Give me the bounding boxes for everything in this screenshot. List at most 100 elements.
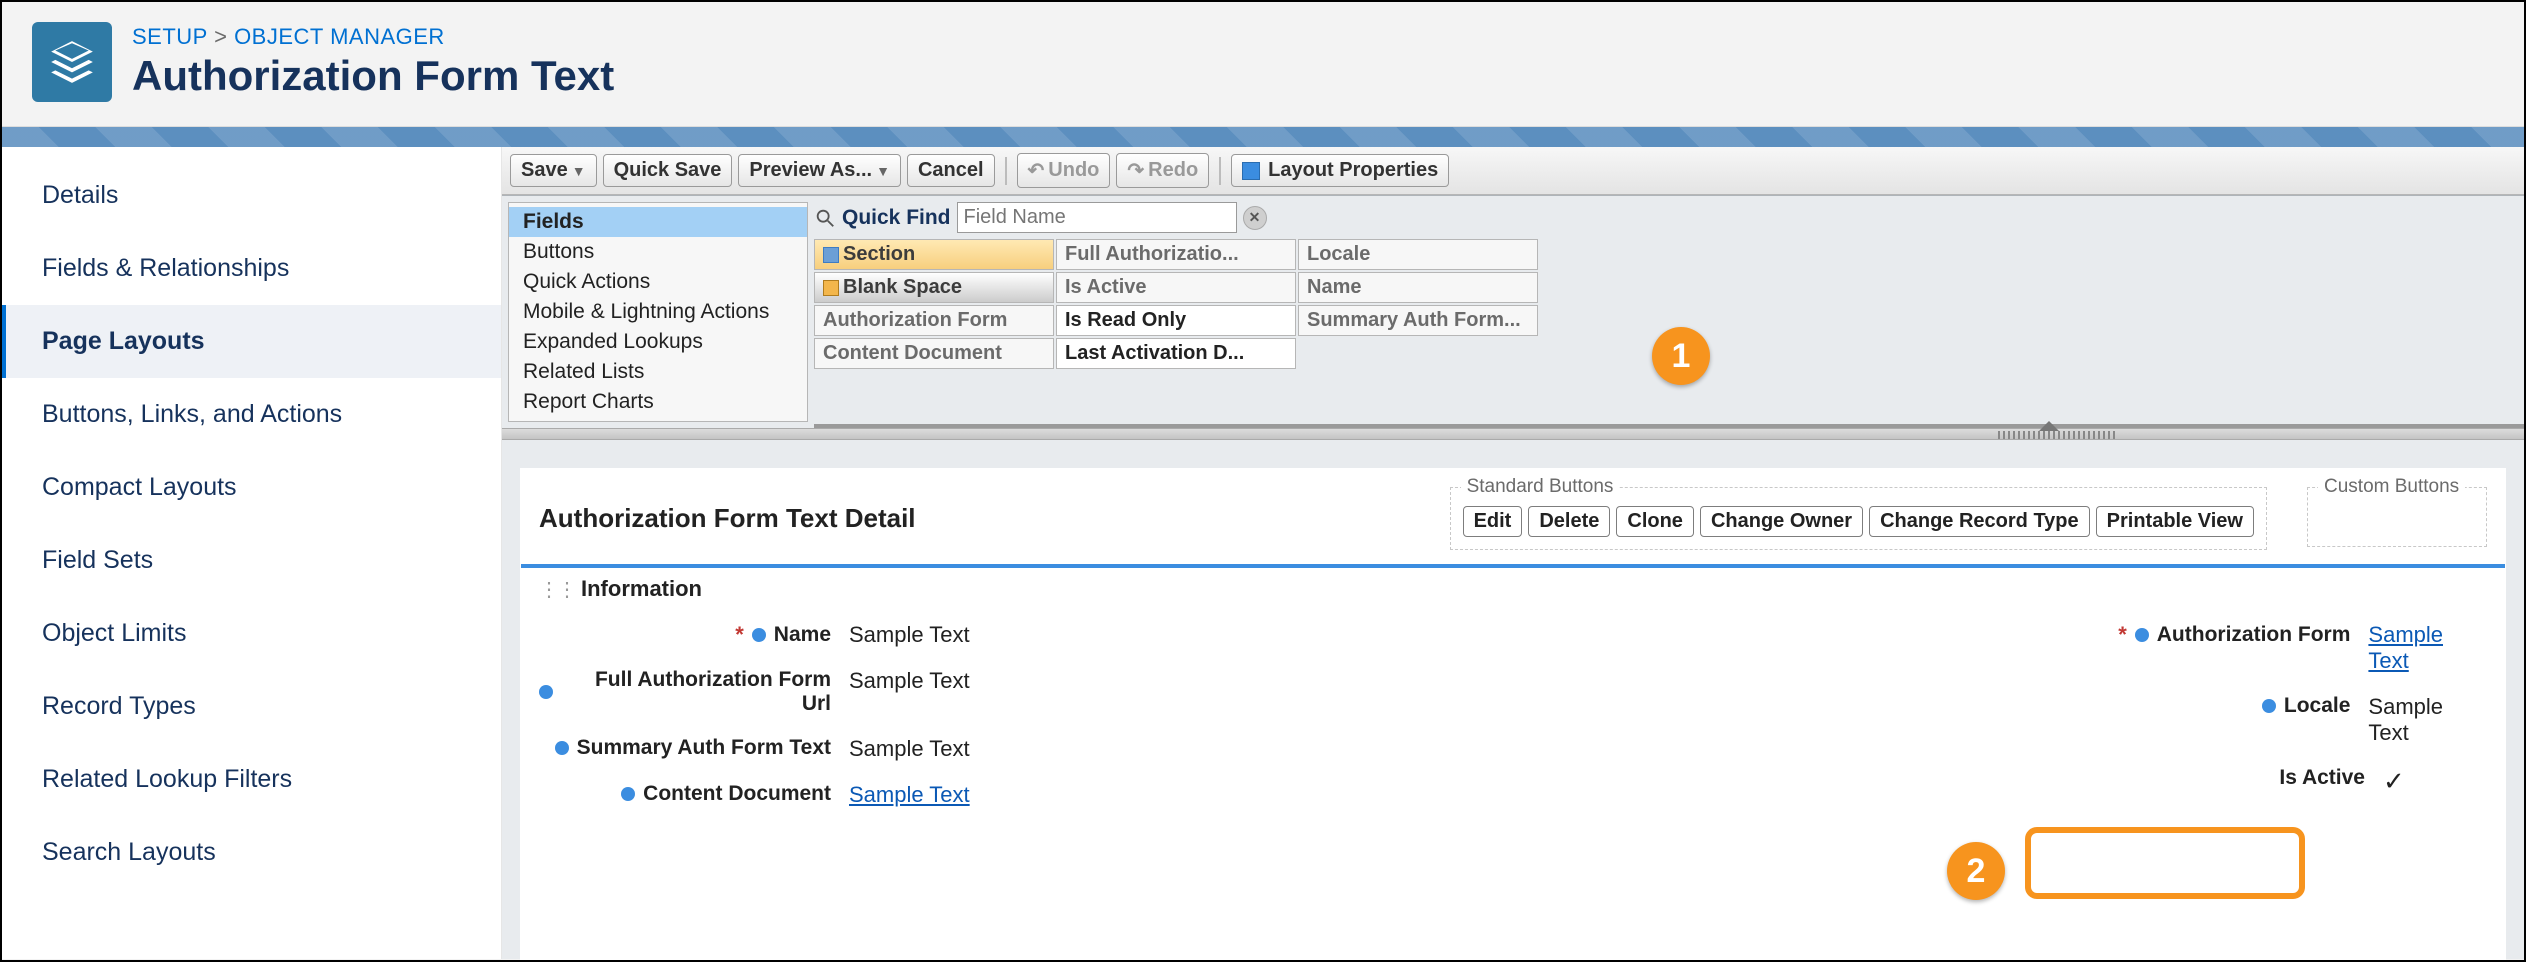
palette-item-authorization-form[interactable]: Authorization Form bbox=[814, 305, 1054, 336]
palette-cat-buttons[interactable]: Buttons bbox=[509, 237, 807, 267]
undo-button[interactable]: ↶Undo bbox=[1017, 153, 1111, 188]
std-button-change-owner[interactable]: Change Owner bbox=[1700, 506, 1863, 537]
quick-find-label: Quick Find bbox=[842, 206, 951, 230]
field-dot-icon bbox=[539, 685, 553, 699]
palette-item-section[interactable]: Section bbox=[814, 239, 1054, 270]
palette-item-blank-space[interactable]: Blank Space bbox=[814, 272, 1054, 303]
page-header: SETUP > OBJECT MANAGER Authorization For… bbox=[2, 2, 2524, 127]
std-button-change-record-type[interactable]: Change Record Type bbox=[1869, 506, 2090, 537]
field-value: Sample Text bbox=[849, 622, 970, 648]
callout-2: 2 bbox=[1947, 842, 2005, 900]
palette-categories: Fields Buttons Quick Actions Mobile & Li… bbox=[508, 202, 808, 422]
redo-button[interactable]: ↷Redo bbox=[1116, 153, 1209, 188]
callout-1: 1 bbox=[1652, 327, 1710, 385]
palette-cat-mobile-lightning[interactable]: Mobile & Lightning Actions bbox=[509, 297, 807, 327]
caret-down-icon: ▼ bbox=[876, 163, 890, 179]
collapse-arrow-icon bbox=[2039, 421, 2059, 431]
field-row-summary-auth-form-text[interactable]: Summary Auth Form Text Sample Text bbox=[539, 726, 1513, 772]
palette-item-content-document[interactable]: Content Document bbox=[814, 338, 1054, 369]
cancel-button[interactable]: Cancel bbox=[907, 154, 995, 187]
field-label: Is Active bbox=[2279, 766, 2365, 790]
layout-properties-button[interactable]: Layout Properties bbox=[1231, 154, 1449, 187]
palette-item-full-authorization[interactable]: Full Authorizatio... bbox=[1056, 239, 1296, 270]
layout-toolbar: Save▼ Quick Save Preview As...▼ Cancel ↶… bbox=[502, 147, 2524, 195]
quick-find-row: Quick Find ✕ bbox=[814, 202, 2514, 233]
breadcrumb-sep: > bbox=[214, 24, 227, 49]
palette-resize-handle[interactable] bbox=[502, 428, 2524, 440]
save-button[interactable]: Save▼ bbox=[510, 154, 597, 187]
field-row-is-active[interactable]: Is Active ✓ bbox=[1513, 756, 2487, 807]
layers-icon bbox=[47, 37, 97, 87]
palette-cat-related-lists[interactable]: Related Lists bbox=[509, 357, 807, 387]
sidebar-item-compact-layouts[interactable]: Compact Layouts bbox=[2, 451, 501, 524]
field-dot-icon bbox=[555, 741, 569, 755]
info-right-column: *Authorization Form Sample Text Locale S… bbox=[1513, 612, 2487, 818]
layout-icon bbox=[1242, 162, 1260, 180]
field-value[interactable]: Sample Text bbox=[849, 782, 970, 808]
field-label: Content Document bbox=[643, 782, 831, 806]
sidebar-item-object-limits[interactable]: Object Limits bbox=[2, 597, 501, 670]
standard-buttons-legend: Standard Buttons bbox=[1461, 476, 1620, 498]
field-label: Locale bbox=[2284, 694, 2351, 718]
sidebar-item-details[interactable]: Details bbox=[2, 159, 501, 232]
field-value: Sample Text bbox=[849, 668, 970, 694]
breadcrumb: SETUP > OBJECT MANAGER bbox=[132, 24, 614, 50]
std-button-edit[interactable]: Edit bbox=[1463, 506, 1523, 537]
std-button-clone[interactable]: Clone bbox=[1616, 506, 1694, 537]
standard-buttons-group: Standard Buttons Edit Delete Clone Chang… bbox=[1450, 487, 2267, 550]
redo-icon: ↷ bbox=[1127, 158, 1144, 183]
sidebar-item-field-sets[interactable]: Field Sets bbox=[2, 524, 501, 597]
field-row-locale[interactable]: Locale Sample Text bbox=[1513, 684, 2487, 756]
palette-item-name[interactable]: Name bbox=[1298, 272, 1538, 303]
std-button-printable-view[interactable]: Printable View bbox=[2096, 506, 2254, 537]
quick-find-input[interactable] bbox=[957, 202, 1237, 233]
sidebar-item-fields[interactable]: Fields & Relationships bbox=[2, 232, 501, 305]
sidebar: Details Fields & Relationships Page Layo… bbox=[2, 147, 502, 959]
clear-search-button[interactable]: ✕ bbox=[1243, 206, 1267, 230]
field-dot-icon bbox=[2135, 628, 2149, 642]
section-name-label: Information bbox=[581, 576, 702, 602]
section-block-icon bbox=[823, 247, 839, 263]
field-dot-icon bbox=[2262, 699, 2276, 713]
field-value[interactable]: Sample Text bbox=[2368, 622, 2487, 674]
breadcrumb-object-manager[interactable]: OBJECT MANAGER bbox=[234, 24, 445, 49]
field-value: Sample Text bbox=[849, 736, 970, 762]
section-header[interactable]: ⋮⋮ Information bbox=[521, 568, 2505, 612]
sidebar-item-record-types[interactable]: Record Types bbox=[2, 670, 501, 743]
info-left-column: *Name Sample Text Full Authorization For… bbox=[539, 612, 1513, 818]
drag-handle-icon[interactable]: ⋮⋮ bbox=[539, 577, 575, 602]
breadcrumb-setup[interactable]: SETUP bbox=[132, 24, 207, 49]
preview-as-button[interactable]: Preview As...▼ bbox=[738, 154, 901, 187]
field-label: Full Authorization Form Url bbox=[561, 668, 831, 716]
decorative-band bbox=[2, 127, 2524, 147]
sidebar-item-search-layouts[interactable]: Search Layouts bbox=[2, 816, 501, 889]
std-button-delete[interactable]: Delete bbox=[1528, 506, 1610, 537]
palette-cat-quick-actions[interactable]: Quick Actions bbox=[509, 267, 807, 297]
palette-item-last-activation-d[interactable]: Last Activation D... bbox=[1056, 338, 1296, 369]
palette-cat-expanded-lookups[interactable]: Expanded Lookups bbox=[509, 327, 807, 357]
grip-icon bbox=[1998, 431, 2118, 439]
sidebar-item-related-lookup-filters[interactable]: Related Lookup Filters bbox=[2, 743, 501, 816]
field-row-full-auth-url[interactable]: Full Authorization Form Url Sample Text bbox=[539, 658, 1513, 726]
palette-item-is-active[interactable]: Is Active bbox=[1056, 272, 1296, 303]
undo-icon: ↶ bbox=[1028, 158, 1045, 183]
palette-item-is-read-only[interactable]: Is Read Only bbox=[1056, 305, 1296, 336]
field-row-name[interactable]: *Name Sample Text bbox=[539, 612, 1513, 658]
palette-cat-report-charts[interactable]: Report Charts bbox=[509, 387, 807, 417]
field-row-authorization-form[interactable]: *Authorization Form Sample Text bbox=[1513, 612, 2487, 684]
custom-buttons-group: Custom Buttons bbox=[2307, 487, 2487, 547]
palette-item-locale[interactable]: Locale bbox=[1298, 239, 1538, 270]
separator bbox=[1005, 157, 1007, 185]
field-row-content-document[interactable]: Content Document Sample Text bbox=[539, 772, 1513, 818]
palette-item-summary-auth-form[interactable]: Summary Auth Form... bbox=[1298, 305, 1538, 336]
palette-fields-panel: Quick Find ✕ Section Full Authorizatio..… bbox=[814, 196, 2524, 428]
field-value-check: ✓ bbox=[2383, 766, 2405, 797]
search-icon bbox=[814, 207, 836, 229]
page-title: Authorization Form Text bbox=[132, 52, 614, 100]
field-value: Sample Text bbox=[2368, 694, 2487, 746]
field-label: Authorization Form bbox=[2157, 623, 2351, 647]
sidebar-item-page-layouts[interactable]: Page Layouts bbox=[2, 305, 501, 378]
sidebar-item-buttons-links-actions[interactable]: Buttons, Links, and Actions bbox=[2, 378, 501, 451]
palette-cat-fields[interactable]: Fields bbox=[509, 207, 807, 237]
quick-save-button[interactable]: Quick Save bbox=[603, 154, 733, 187]
